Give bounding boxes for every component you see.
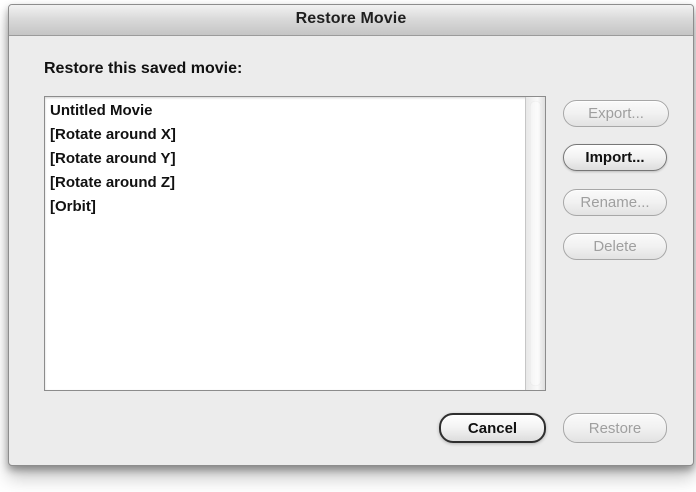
restore-heading: Restore this saved movie: bbox=[44, 60, 243, 77]
list-item-rotate-around-x[interactable]: [Rotate around X] bbox=[45, 123, 523, 147]
screen-stage: Restore Movie Restore this saved movie: … bbox=[0, 0, 696, 492]
list-item-rotate-around-y[interactable]: [Rotate around Y] bbox=[45, 147, 523, 171]
movie-list: Untitled Movie [Rotate around X] [Rotate… bbox=[45, 99, 523, 386]
cancel-button[interactable]: Cancel bbox=[439, 413, 546, 443]
restore-button[interactable]: Restore bbox=[563, 413, 667, 443]
import-button[interactable]: Import... bbox=[563, 144, 667, 171]
scrollbar-track bbox=[530, 101, 541, 386]
list-item-rotate-around-z[interactable]: [Rotate around Z] bbox=[45, 171, 523, 195]
list-item-untitled-movie[interactable]: Untitled Movie bbox=[45, 99, 523, 123]
restore-movie-dialog: Restore Movie Restore this saved movie: … bbox=[8, 4, 694, 466]
vertical-scrollbar[interactable] bbox=[525, 97, 545, 390]
list-item-orbit[interactable]: [Orbit] bbox=[45, 195, 523, 219]
delete-button[interactable]: Delete bbox=[563, 233, 667, 260]
titlebar[interactable]: Restore Movie bbox=[9, 5, 693, 36]
movie-list-box[interactable]: Untitled Movie [Rotate around X] [Rotate… bbox=[44, 96, 546, 391]
dialog-title: Restore Movie bbox=[295, 10, 407, 27]
export-button[interactable]: Export... bbox=[563, 100, 669, 127]
rename-button[interactable]: Rename... bbox=[563, 189, 667, 216]
